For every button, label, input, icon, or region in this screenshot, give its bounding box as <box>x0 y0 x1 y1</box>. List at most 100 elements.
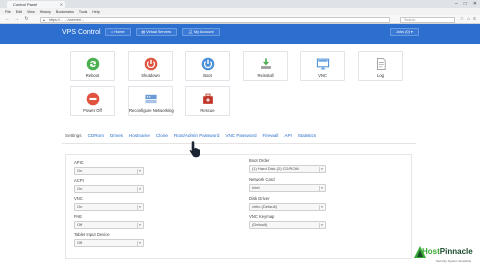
tab-cdrom[interactable]: CDRom <box>88 133 104 138</box>
close-tab-icon[interactable]: ✕ <box>60 1 63 8</box>
tab-root-admin-password[interactable]: Root/Admin Password <box>174 133 219 138</box>
menu-history[interactable]: History <box>40 10 51 14</box>
menu-bookmarks[interactable]: Bookmarks <box>56 10 74 14</box>
home-icon[interactable]: ⌂ <box>467 16 470 23</box>
back-icon[interactable]: ← <box>4 16 11 23</box>
toolbar-icons: ☆ ⌂ ≡ <box>460 16 476 23</box>
forward-icon[interactable]: → <box>13 16 20 23</box>
mouse-cursor-icon <box>189 140 201 158</box>
browser-menubar: File Edit View History Bookmarks Tools H… <box>0 8 480 15</box>
reinstall-button[interactable]: Reinstall <box>243 51 288 81</box>
hostpinnacle-logo: HostPinnacle Security System Simplicity <box>414 243 480 269</box>
boot-button[interactable]: Boot <box>185 51 230 81</box>
window-controls: – □ ✕ <box>455 0 477 8</box>
chevron-down-icon: ▾ <box>319 186 324 191</box>
rescue-button[interactable]: Rescue <box>185 86 230 116</box>
tab-clone[interactable]: Clone <box>156 133 168 138</box>
menu-edit[interactable]: Edit <box>16 10 22 14</box>
my-account-button[interactable]: 👤︎ My Account <box>182 28 220 36</box>
header-nav: ⌂ Home ▤ Virtual Servers 👤︎ My Account <box>105 28 220 36</box>
apic-select[interactable]: On ▾ <box>74 167 144 175</box>
pae-select[interactable]: Off ▾ <box>74 221 144 229</box>
chevron-down-icon: ▾ <box>137 223 142 228</box>
tab-api[interactable]: API <box>284 133 291 138</box>
vnc-setting-label: VNC <box>74 196 83 201</box>
acpi-select[interactable]: On ▾ <box>74 185 144 193</box>
minimize-icon[interactable]: – <box>455 1 458 7</box>
chevron-down-icon: ▾ <box>319 205 324 210</box>
jobs-label: Jobs (0) ▾ <box>396 30 413 34</box>
network-card-value: Intel <box>252 185 260 190</box>
power-off-icon <box>86 92 99 106</box>
log-button[interactable]: Log <box>358 51 403 81</box>
vnc-icon <box>316 58 329 70</box>
browser-tab[interactable]: Control Panel ✕ <box>7 1 65 8</box>
shutdown-icon <box>144 57 157 71</box>
bookmark-icon[interactable]: ☆ <box>460 16 464 23</box>
log-label: Log <box>377 73 384 78</box>
tab-vnc-password[interactable]: VNC Password <box>225 133 256 138</box>
reboot-button[interactable]: Reboot <box>70 51 115 81</box>
tablet-input-label: Tablet Input Device <box>74 232 110 237</box>
power-off-button[interactable]: Power Off <box>70 86 115 116</box>
menu-tools[interactable]: Tools <box>79 10 87 14</box>
disk-driver-select[interactable]: virtio (Default) ▾ <box>249 203 326 211</box>
menu-view[interactable]: View <box>27 10 35 14</box>
vnc-keymap-value: (Default) <box>252 222 268 227</box>
logo-text-pinnacle: Pinnacle <box>439 247 473 256</box>
search-placeholder: Search <box>404 17 416 22</box>
chevron-down-icon: ▾ <box>137 205 142 210</box>
power-off-label: Power Off <box>83 108 102 113</box>
rescue-label: Rescue <box>200 108 215 113</box>
vnc-select[interactable]: On ▾ <box>74 203 144 211</box>
menu-help[interactable]: Help <box>92 10 99 14</box>
network-card-select[interactable]: Intel ▾ <box>249 184 326 192</box>
close-window-icon[interactable]: ✕ <box>473 1 477 7</box>
shutdown-label: Shutdown <box>141 73 160 78</box>
shutdown-button[interactable]: Shutdown <box>128 51 173 81</box>
url-text: https://… .../vserver/... <box>49 17 85 22</box>
vnc-label: VNC <box>318 73 327 78</box>
home-button[interactable]: ⌂ Home <box>105 28 131 36</box>
pae-label: PAE <box>74 214 83 219</box>
jobs-button[interactable]: Jobs (0) ▾ <box>390 28 419 36</box>
tab-drives[interactable]: Drives <box>110 133 123 138</box>
vnc-button[interactable]: VNC <box>300 51 345 81</box>
pae-value: Off <box>77 222 83 227</box>
reinstall-label: Reinstall <box>257 73 274 78</box>
tablet-input-value: Off <box>77 240 83 245</box>
tablet-input-select[interactable]: Off ▾ <box>74 239 144 247</box>
apic-label: APIC <box>74 160 84 165</box>
home-button-label: Home <box>114 30 125 34</box>
refresh-icon[interactable]: ↻ <box>23 16 30 23</box>
server-tabs: Settings CDRom Drives Hostname Clone Roo… <box>65 133 316 138</box>
search-input[interactable]: Search <box>400 16 455 23</box>
menu-icon[interactable]: ≡ <box>473 16 476 23</box>
tab-firewall[interactable]: Firewall <box>263 133 279 138</box>
boot-label: Boot <box>203 73 212 78</box>
reconfigure-networking-button[interactable]: Reconfigure Networking <box>128 86 174 116</box>
maximize-icon[interactable]: □ <box>464 1 467 7</box>
lock-icon: 🔒︎ <box>43 17 45 22</box>
tab-statistics[interactable]: Statistics <box>298 133 316 138</box>
boot-order-value: (1) Hard Disk (2) CD/ROM <box>252 166 299 171</box>
tab-settings[interactable]: Settings <box>65 133 82 138</box>
browser-tab-title: Control Panel <box>13 2 38 7</box>
virtual-servers-button[interactable]: ▤ Virtual Servers <box>135 28 177 36</box>
brand-title[interactable]: VPS Control <box>62 29 101 36</box>
app-header: VPS Control ⌂ Home ▤ Virtual Servers 👤︎ … <box>0 24 480 44</box>
menu-file[interactable]: File <box>5 10 11 14</box>
url-bar[interactable]: 🔒︎ https://… .../vserver/... <box>40 16 390 23</box>
network-card-label: Network Card <box>249 177 275 182</box>
acpi-label: ACPI <box>74 178 84 183</box>
vnc-keymap-select[interactable]: (Default) ▾ <box>249 221 326 229</box>
chevron-down-icon: ▾ <box>319 167 324 172</box>
boot-order-label: Boot Order <box>249 158 270 163</box>
my-account-label: My Account <box>193 30 214 34</box>
boot-order-select[interactable]: (1) Hard Disk (2) CD/ROM ▾ <box>249 165 326 173</box>
vnc-value: On <box>77 204 83 209</box>
chevron-down-icon: ▾ <box>137 169 142 174</box>
tab-hostname[interactable]: Hostname <box>129 133 150 138</box>
reboot-icon <box>86 57 99 71</box>
reinstall-icon <box>260 58 271 69</box>
